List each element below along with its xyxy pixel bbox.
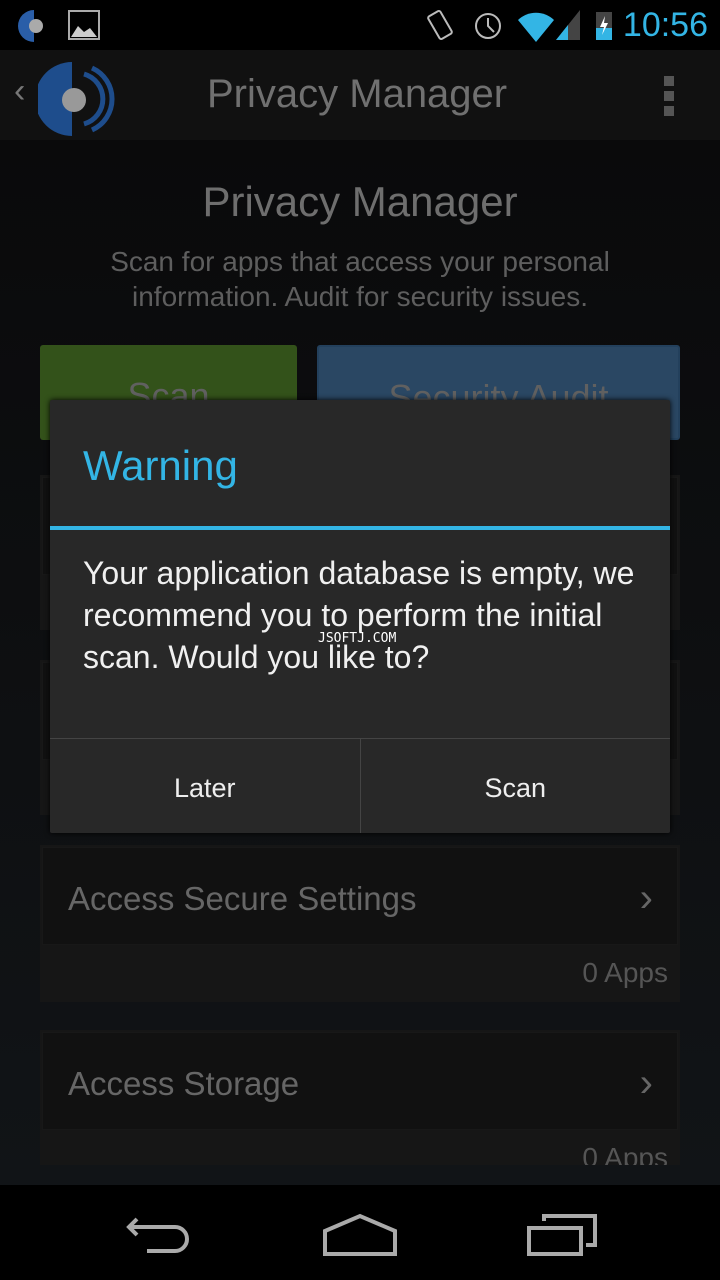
- card-access-secure-settings[interactable]: Access Secure Settings › 0 Apps: [40, 845, 680, 1002]
- chevron-right-icon: ›: [639, 1061, 653, 1105]
- battery-charging-icon: [596, 12, 612, 40]
- page-subtitle: Scan for apps that access your personal …: [110, 246, 610, 312]
- page-title: Privacy Manager: [202, 178, 518, 225]
- recent-apps-icon[interactable]: [526, 1213, 600, 1257]
- malwarebytes-notification-icon: [18, 10, 43, 42]
- back-icon[interactable]: [125, 1215, 195, 1255]
- status-bar: 10:56: [0, 0, 720, 50]
- watermark: JSOFTJ.COM: [318, 631, 397, 646]
- clock: 10:56: [622, 6, 708, 44]
- home-icon[interactable]: [322, 1213, 398, 1257]
- back-caret-icon: ‹: [14, 72, 26, 110]
- app-count: 0 Apps: [582, 1142, 668, 1165]
- warning-dialog: Warning Your application database is emp…: [50, 400, 670, 833]
- image-notification-icon: [68, 10, 100, 40]
- alarm-icon: [475, 13, 501, 39]
- card-title: Access Storage: [68, 1065, 300, 1102]
- action-bar: ‹ Privacy Manager: [0, 50, 720, 140]
- action-bar-title: Privacy Manager: [207, 72, 508, 116]
- chevron-right-icon: ›: [639, 876, 653, 920]
- dialog-buttons: Later Scan: [50, 738, 670, 833]
- vibrate-icon: [427, 9, 453, 41]
- overflow-menu-icon[interactable]: [660, 76, 680, 116]
- card-title: Access Secure Settings: [68, 880, 417, 917]
- card-access-storage[interactable]: Access Storage › 0 Apps: [40, 1030, 680, 1165]
- app-count: 0 Apps: [582, 957, 668, 988]
- later-button[interactable]: Later: [50, 739, 360, 833]
- dialog-title: Warning: [83, 442, 238, 489]
- malwarebytes-logo: [38, 62, 115, 136]
- navigation-bar: [0, 1185, 720, 1280]
- dialog-divider: [50, 526, 670, 530]
- scan-dialog-button[interactable]: Scan: [359, 739, 671, 833]
- wifi-icon: [518, 12, 554, 42]
- up-navigation-button[interactable]: ‹: [0, 50, 130, 140]
- signal-icon: [556, 10, 580, 40]
- dialog-message: Your application database is empty, we r…: [83, 555, 635, 675]
